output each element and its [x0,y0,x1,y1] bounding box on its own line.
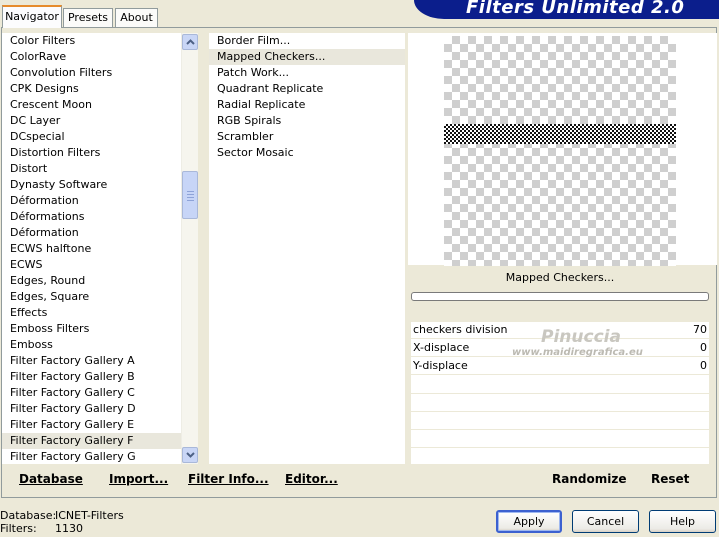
category-list-item[interactable]: Filter Factory Gallery E [2,417,181,433]
database-button[interactable]: Database [19,472,83,486]
empty-parameter-rows [411,376,709,464]
import-button[interactable]: Import... [109,472,168,486]
app-title: Filters Unlimited 2.0 [466,0,685,18]
category-list-item[interactable]: Filter Factory Gallery B [2,369,181,385]
parameter-label: X-displace [413,341,470,354]
category-list-item[interactable]: ECWS halftone [2,241,181,257]
scroll-down-button[interactable] [182,447,198,463]
filter-list-item[interactable]: Radial Replicate [209,97,405,113]
category-list[interactable]: Color Filters ColorRave Convolution Filter… [2,33,181,464]
category-list-item[interactable]: Color Filters [2,33,181,49]
apply-button[interactable]: Apply [496,510,562,533]
category-list-item[interactable]: Convolution Filters [2,65,181,81]
parameter-row[interactable]: Y-displace 0 [411,358,709,375]
category-list-item[interactable]: Filter Factory Gallery G [2,449,181,464]
category-list-item[interactable]: DCspecial [2,129,181,145]
tab-presets[interactable]: Presets [63,8,113,27]
category-list-item[interactable]: Distortion Filters [2,145,181,161]
category-list-item[interactable]: Emboss [2,337,181,353]
category-list-item[interactable]: Déformation [2,193,181,209]
category-list-item[interactable]: Filter Factory Gallery C [2,385,181,401]
parameter-value[interactable]: 70 [693,323,707,336]
filter-list-item[interactable]: Scrambler [209,129,405,145]
category-list-item[interactable]: Edges, Square [2,289,181,305]
editor-button[interactable]: Editor... [285,472,338,486]
category-list-item[interactable]: Déformation [2,225,181,241]
randomize-button[interactable]: Randomize [552,472,626,486]
filter-list[interactable]: Border Film... Mapped Checkers... Patch Wo… [209,33,405,464]
category-list-item[interactable]: DC Layer [2,113,181,129]
watermark-site: www.maidiregrafica.eu [512,347,643,358]
filter-list-item[interactable]: Border Film... [209,33,405,49]
filter-name-label: Mapped Checkers... [505,271,615,284]
category-list-item[interactable]: ECWS [2,257,181,273]
chevron-up-icon [185,39,195,45]
tab-navigator[interactable]: Navigator [2,5,62,28]
cancel-button[interactable]: Cancel [572,510,639,533]
category-list-item[interactable]: Déformations [2,209,181,225]
filter-list-item[interactable]: Mapped Checkers... [209,49,405,65]
parameter-value[interactable]: 0 [700,341,707,354]
category-list-item[interactable]: Filter Factory Gallery A [2,353,181,369]
filter-list-item[interactable]: Quadrant Replicate [209,81,405,97]
filter-list-item[interactable]: Patch Work... [209,65,405,81]
scrollbar-thumb[interactable] [182,171,198,219]
category-list-item[interactable]: CPK Designs [2,81,181,97]
category-list-item[interactable]: Distort [2,161,181,177]
category-list-item[interactable]: Filter Factory Gallery F [2,433,181,449]
progress-bar [411,292,709,301]
scroll-up-button[interactable] [182,34,198,50]
chevron-down-icon [185,452,195,458]
category-list-item[interactable]: Crescent Moon [2,97,181,113]
filter-info-button[interactable]: Filter Info... [188,472,269,486]
parameter-value[interactable]: 0 [700,359,707,372]
watermark-name: Pinuccia [541,327,621,347]
database-status-value: ICNET-Filters [55,509,124,522]
category-list-item[interactable]: Dynasty Software [2,177,181,193]
category-list-item[interactable]: Edges, Round [2,273,181,289]
filter-list-item[interactable]: RGB Spirals [209,113,405,129]
category-list-item[interactable]: ColorRave [2,49,181,65]
preview-checker-strip [444,124,676,144]
help-button[interactable]: Help [649,510,716,533]
parameter-label: checkers division [413,323,508,336]
category-list-item[interactable]: Emboss Filters [2,321,181,337]
filters-count-value: 1130 [55,522,83,535]
category-list-item[interactable]: Effects [2,305,181,321]
filters-count-label: Filters: [0,522,37,535]
category-list-item[interactable]: Filter Factory Gallery D [2,401,181,417]
tab-about[interactable]: About [115,8,158,27]
preview-image [444,36,676,266]
category-scrollbar[interactable] [181,33,198,464]
filter-list-item[interactable]: Sector Mosaic [209,145,405,161]
reset-button[interactable]: Reset [651,472,689,486]
database-status-label: Database: [0,509,57,522]
parameter-label: Y-displace [413,359,468,372]
